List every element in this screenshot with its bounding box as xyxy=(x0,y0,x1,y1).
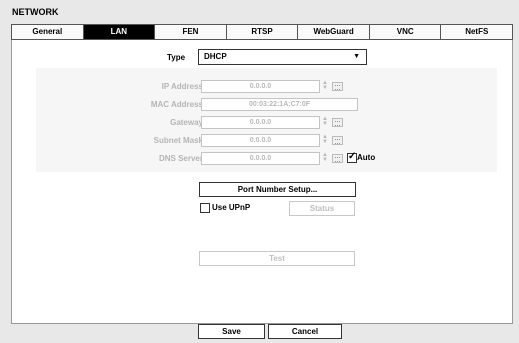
dns-server-field[interactable]: 0.0.0.0 xyxy=(201,152,320,165)
ip-address-keyboard-icon[interactable] xyxy=(332,82,343,91)
test-button[interactable]: Test xyxy=(199,251,355,266)
subnet-mask-label: Subnet Mask xyxy=(153,136,203,145)
status-button[interactable]: Status xyxy=(289,201,355,216)
tab-webguard[interactable]: WebGuard xyxy=(298,25,370,39)
dns-server-row: DNS Server 0.0.0.0 ▲▼ Auto xyxy=(36,151,497,166)
dns-auto-label: Auto xyxy=(357,153,376,163)
dropdown-arrow-icon: ▼ xyxy=(353,53,360,60)
tab-fen[interactable]: FEN xyxy=(155,25,227,39)
save-button[interactable]: Save xyxy=(198,324,265,339)
type-value: DHCP xyxy=(204,52,227,61)
mac-address-row: MAC Address 00:03:22:1A:C7:0F xyxy=(36,98,497,112)
mac-address-label: MAC Address xyxy=(150,100,203,109)
ip-address-spinner-icon[interactable]: ▲ ▼ xyxy=(321,80,329,92)
use-upnp-option[interactable]: Use UPnP xyxy=(200,203,250,213)
dns-server-keyboard-icon[interactable] xyxy=(332,154,343,163)
ip-address-field[interactable]: 0.0.0.0 xyxy=(201,80,320,93)
dns-server-spinner-icon[interactable]: ▲ ▼ xyxy=(321,152,329,164)
lan-panel: Type DHCP ▼ IP Address 0.0.0.0 ▲ ▼ MAC Ad… xyxy=(11,40,513,324)
subnet-mask-row: Subnet Mask 0.0.0.0 ▲ ▼ xyxy=(36,134,497,148)
gateway-spinner-icon[interactable]: ▲ ▼ xyxy=(321,116,329,128)
subnet-mask-keyboard-icon[interactable] xyxy=(332,136,343,145)
network-settings-group: IP Address 0.0.0.0 ▲ ▼ MAC Address 00:03:… xyxy=(36,68,497,172)
tab-bar: General LAN FEN RTSP WebGuard VNC NetFS xyxy=(11,24,513,40)
tab-rtsp[interactable]: RTSP xyxy=(226,25,299,39)
gateway-field[interactable]: 0.0.0.0 xyxy=(201,116,320,129)
use-upnp-checkbox[interactable] xyxy=(200,203,210,213)
gateway-keyboard-icon[interactable] xyxy=(332,118,343,127)
dns-server-label: DNS Server xyxy=(158,154,203,163)
gateway-label: Gateway xyxy=(170,118,203,127)
type-select[interactable]: DHCP ▼ xyxy=(198,49,367,65)
gateway-row: Gateway 0.0.0.0 ▲ ▼ xyxy=(36,116,497,130)
tab-lan[interactable]: LAN xyxy=(83,25,156,39)
port-number-setup-button[interactable]: Port Number Setup... xyxy=(199,182,356,197)
subnet-mask-field[interactable]: 0.0.0.0 xyxy=(201,134,320,147)
type-label: Type xyxy=(167,53,186,62)
dns-auto-option[interactable]: Auto xyxy=(347,151,376,163)
ip-address-label: IP Address xyxy=(161,82,203,91)
window-title: NETWORK xyxy=(12,7,59,17)
ip-address-row: IP Address 0.0.0.0 ▲ ▼ xyxy=(36,80,497,94)
mac-address-field: 00:03:22:1A:C7:0F xyxy=(201,98,358,111)
use-upnp-label: Use UPnP xyxy=(212,203,251,213)
tab-netfs[interactable]: NetFS xyxy=(441,25,513,39)
cancel-button[interactable]: Cancel xyxy=(268,324,342,339)
tab-general[interactable]: General xyxy=(12,25,84,39)
tab-vnc[interactable]: VNC xyxy=(369,25,442,39)
dns-auto-checkbox[interactable] xyxy=(347,151,357,163)
subnet-mask-spinner-icon[interactable]: ▲ ▼ xyxy=(321,134,329,146)
